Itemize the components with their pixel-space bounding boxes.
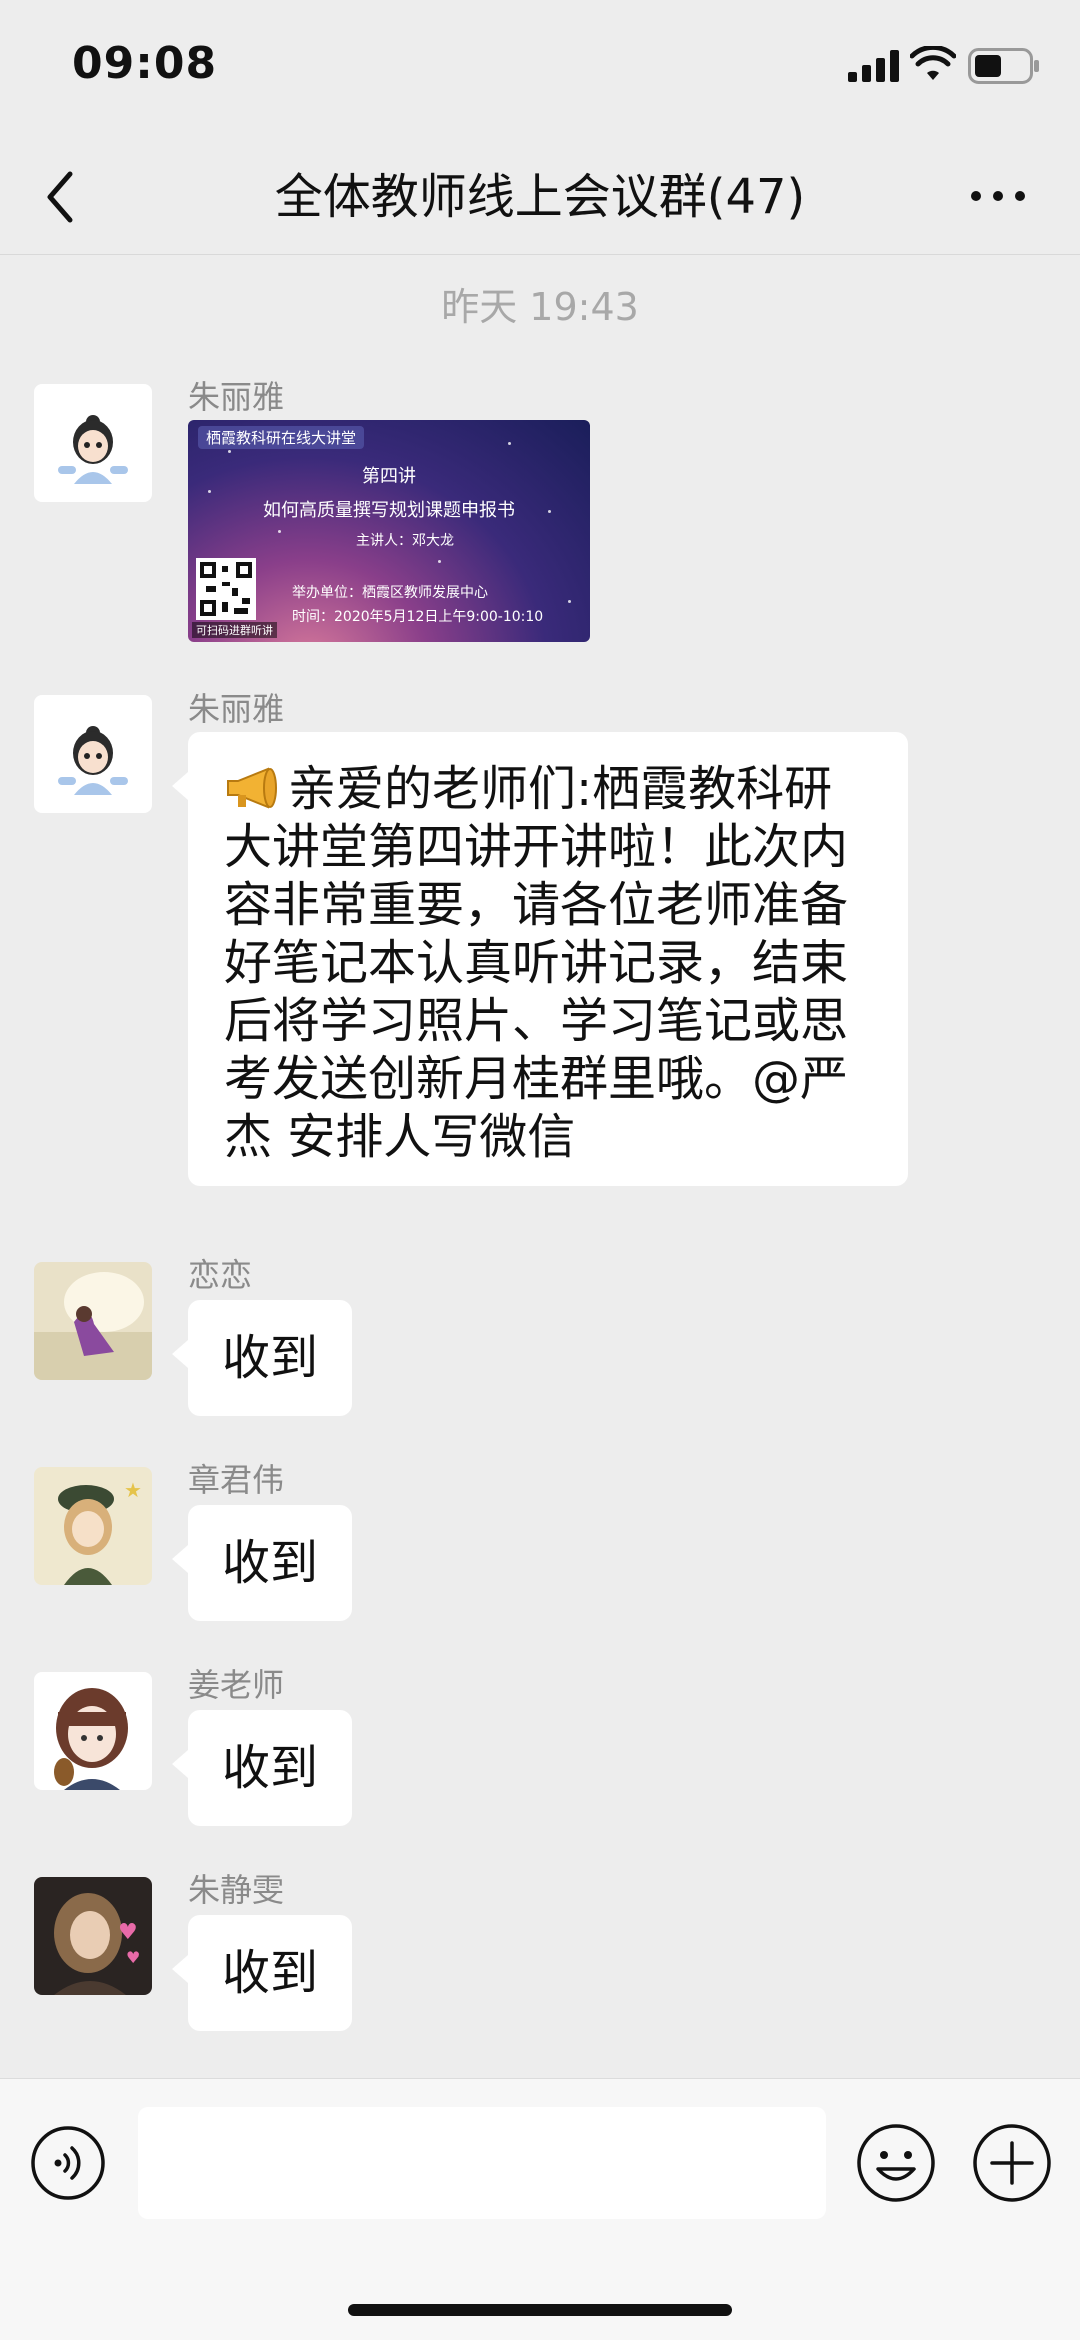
input-bar <box>0 2078 1080 2340</box>
message-bubble[interactable]: 收到 <box>171 1915 353 2031</box>
poster-host: 举办单位：栖霞区教师发展中心 <box>292 585 488 601</box>
message-timestamp: 昨天 19:43 <box>441 285 639 329</box>
svg-text:♥: ♥ <box>118 1920 138 1945</box>
message-bubble[interactable]: 收到 <box>171 1710 353 1826</box>
wifi-icon <box>910 46 956 80</box>
poster-header: 栖霞教科研在线大讲堂 <box>198 426 365 449</box>
poster-title: 如何高质量撰写规划课题申报书 <box>263 500 515 521</box>
message-text: 收到 <box>222 1740 319 1796</box>
sender-name: 姜老师 <box>188 1666 285 1704</box>
lecture-poster-image[interactable]: 栖霞教科研在线大讲堂 第四讲 如何高质量撰写规划课题申报书 主讲人：邓大龙 举办… <box>188 420 590 642</box>
sender-name: 朱静雯 <box>188 1871 285 1909</box>
avatar[interactable]: ★ <box>34 1467 152 1585</box>
message-input[interactable] <box>138 2107 826 2219</box>
nav-bar: 全体教师线上会议群(47) <box>0 140 1080 255</box>
avatar[interactable] <box>34 384 152 502</box>
message-text: 亲爱的老师们:栖霞教科研大讲堂第四讲开讲啦！此次内容非常重要，请各位老师准备好笔… <box>224 761 849 1165</box>
poster-qr-caption: 可扫码进群听讲 <box>192 622 277 638</box>
avatar[interactable] <box>34 1262 152 1380</box>
sender-name: 朱丽雅 <box>188 690 285 728</box>
svg-text:♥: ♥ <box>126 1948 140 1967</box>
message-bubble[interactable]: 收到 <box>171 1505 353 1621</box>
status-time: 09:08 <box>72 38 218 89</box>
poster-time: 时间：2020年5月12日上午9:00-10:10 <box>292 609 544 625</box>
avatar[interactable]: ♥ ♥ <box>34 1877 152 1995</box>
sender-name: 章君伟 <box>188 1461 285 1499</box>
status-bar: 09:08 <box>0 0 1080 140</box>
svg-text:★: ★ <box>124 1478 142 1502</box>
sender-name: 恋恋 <box>188 1256 253 1294</box>
battery-icon <box>968 48 1039 84</box>
message-bubble[interactable]: 亲爱的老师们:栖霞教科研大讲堂第四讲开讲啦！此次内容非常重要，请各位老师准备好笔… <box>172 732 908 1186</box>
qr-code-icon <box>196 558 256 620</box>
poster-speaker: 主讲人：邓大龙 <box>356 533 454 549</box>
message-text: 收到 <box>222 1330 319 1386</box>
message-text: 收到 <box>222 1535 319 1591</box>
home-indicator[interactable] <box>348 2304 732 2316</box>
avatar[interactable] <box>34 695 152 813</box>
message-text: 收到 <box>222 1945 319 2001</box>
message-bubble[interactable]: 收到 <box>171 1300 353 1416</box>
voice-icon[interactable] <box>30 2125 106 2201</box>
avatar[interactable] <box>34 1672 152 1790</box>
megaphone-icon <box>227 767 277 809</box>
emoji-icon[interactable] <box>856 2123 936 2203</box>
poster-lecture-number: 第四讲 <box>362 466 416 487</box>
sender-name: 朱丽雅 <box>188 378 285 416</box>
more-options-icon[interactable] <box>966 176 1030 216</box>
chat-title: 全体教师线上会议群(47) <box>274 169 806 225</box>
plus-icon[interactable] <box>972 2123 1052 2203</box>
cellular-signal-icon <box>848 50 899 82</box>
